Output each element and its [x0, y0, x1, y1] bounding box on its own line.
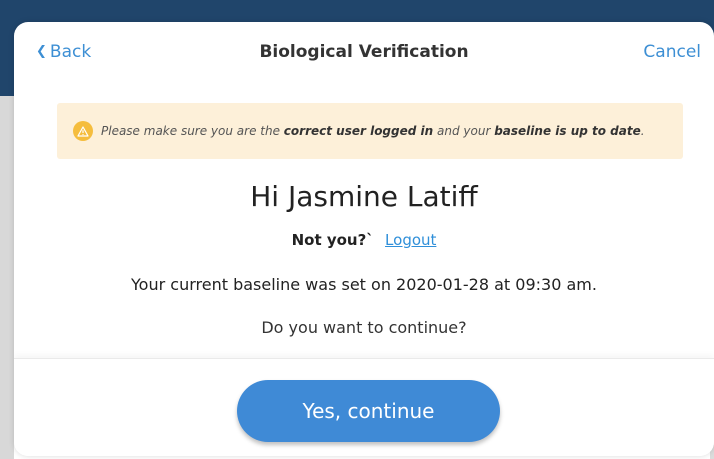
not-you-text: Not you?` [291, 231, 374, 249]
yes-continue-button[interactable]: Yes, continue [237, 380, 500, 442]
modal-footer: Yes, continue [14, 358, 714, 456]
not-you-row: Not you?` Logout [14, 231, 714, 249]
greeting-heading: Hi Jasmine Latiff [250, 180, 478, 213]
logout-link[interactable]: Logout [385, 231, 436, 249]
continue-question: Do you want to continue? [261, 318, 467, 337]
backdrop-left-edge [0, 96, 14, 459]
warning-banner: Please make sure you are the correct use… [57, 103, 683, 159]
cancel-button[interactable]: Cancel [643, 42, 701, 62]
warning-bold-user: correct user logged in [283, 124, 434, 138]
warning-bold-baseline: baseline is up to date [494, 124, 641, 138]
page-title: Biological Verification [259, 42, 469, 62]
baseline-info: Your current baseline was set on 2020-01… [131, 275, 597, 294]
warning-text: Please make sure you are the correct use… [101, 124, 645, 138]
modal-navbar: ❮ Back Biological Verification Cancel [14, 22, 714, 84]
verification-modal: ❮ Back Biological Verification Cancel Pl… [14, 22, 714, 456]
warning-triangle-icon [73, 121, 93, 141]
